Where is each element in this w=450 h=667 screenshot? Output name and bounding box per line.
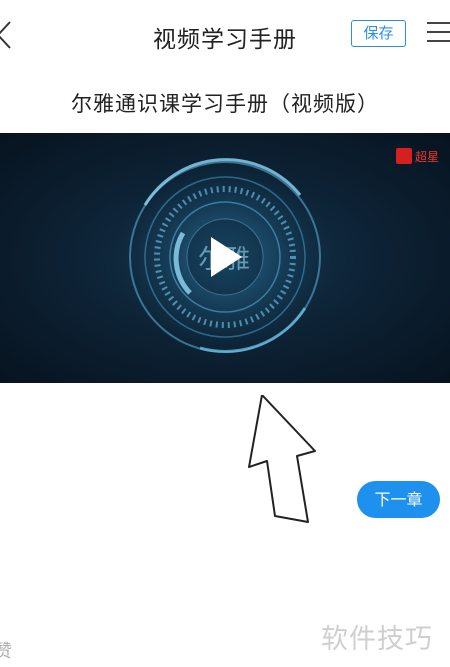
video-player[interactable]: 尔雅 超星	[0, 133, 450, 383]
top-bar: 视频学习手册 保存	[0, 0, 450, 70]
hamburger-icon-line	[427, 31, 450, 33]
like-label[interactable]: 赞	[0, 637, 12, 663]
video-frame-graphic: 尔雅	[105, 137, 345, 377]
hamburger-icon-line	[427, 22, 450, 24]
save-button[interactable]: 保存	[351, 20, 406, 47]
next-chapter-button[interactable]: 下一章	[357, 481, 440, 518]
watermark-text: 软件技巧	[321, 624, 433, 655]
chaoxing-logo: 超星	[396, 146, 439, 166]
hamburger-icon-line	[427, 40, 450, 42]
document-title: 尔雅通识课学习手册（视频版）	[71, 92, 379, 116]
menu-button[interactable]	[427, 22, 450, 46]
logo-text: 超星	[415, 149, 440, 164]
up-arrow-icon	[235, 394, 325, 529]
logo-mark	[396, 148, 412, 164]
